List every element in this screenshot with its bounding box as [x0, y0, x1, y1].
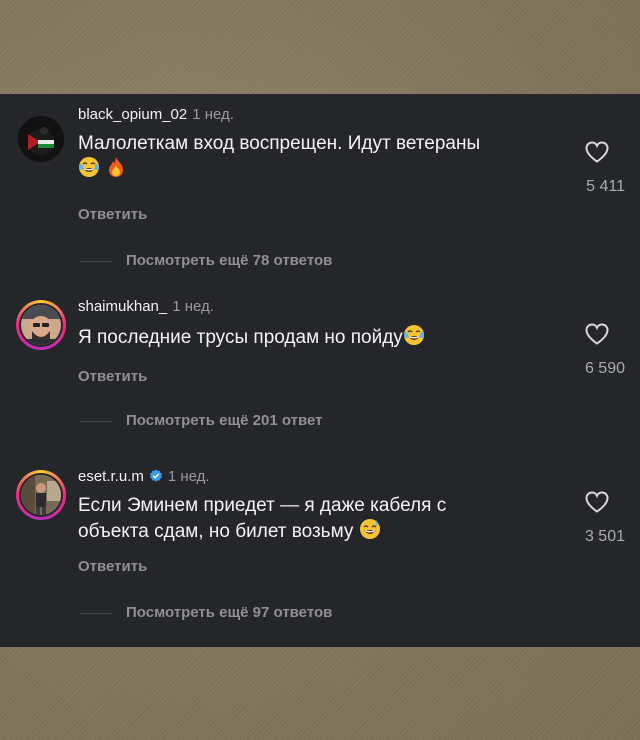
avatar[interactable]: [18, 116, 64, 162]
comment-text: Малолеткам вход воспрещен. Идут ветераны: [78, 132, 548, 185]
view-more-replies-label: Посмотреть ещё 78 ответов: [126, 252, 333, 269]
avatar-image: [19, 303, 63, 347]
view-more-replies[interactable]: Посмотреть ещё 201 ответ: [80, 412, 323, 429]
like-count: 5 411: [586, 178, 625, 195]
laughing-tears-emoji-icon: [78, 156, 100, 185]
heart-outline-icon: [585, 141, 609, 163]
avatar-image: [19, 473, 63, 517]
username-link[interactable]: eset.r.u.m: [78, 468, 144, 485]
like-button[interactable]: [584, 490, 610, 519]
reply-button[interactable]: Ответить: [78, 368, 147, 385]
comment-item: shaimukhan_ 1 нед. Я последние трусы прод…: [0, 298, 640, 438]
comment-body: Если Эминем приедет — я даже кабеля с об…: [78, 495, 447, 542]
like-count: 3 501: [584, 528, 625, 545]
like-button[interactable]: [584, 322, 610, 351]
divider-line: [80, 420, 112, 422]
divider-line: [80, 612, 112, 614]
comment-item: black_opium_02 1 нед. Малолеткам вход вос…: [0, 106, 640, 269]
comment-text: Я последние трусы продам но пойду: [78, 324, 548, 353]
view-more-replies[interactable]: Посмотреть ещё 78 ответов: [80, 252, 332, 269]
heart-outline-icon: [585, 491, 609, 513]
comment-time: 1 нед.: [192, 106, 234, 123]
view-more-replies[interactable]: Посмотреть ещё 97 ответов: [80, 604, 332, 621]
avatar-image: [18, 116, 64, 162]
sweat-smile-emoji-icon: [359, 518, 381, 547]
fire-emoji-icon: [105, 156, 127, 185]
reply-button[interactable]: Ответить: [78, 558, 147, 575]
like-count: 6 590: [584, 360, 625, 377]
comment-header: black_opium_02 1 нед.: [78, 106, 234, 123]
view-more-replies-label: Посмотреть ещё 97 ответов: [126, 604, 333, 621]
comment-body: Я последние трусы продам но пойду: [78, 327, 403, 348]
comment-header: eset.r.u.m 1 нед.: [78, 468, 210, 487]
reply-button[interactable]: Ответить: [78, 206, 147, 223]
comment-body: Малолеткам вход воспрещен. Идут ветераны: [78, 133, 481, 154]
comments-panel: black_opium_02 1 нед. Малолеткам вход вос…: [0, 94, 640, 647]
like-button[interactable]: [584, 140, 610, 169]
verified-badge-icon: [149, 469, 163, 487]
comment-text: Если Эминем приедет — я даже кабеля с об…: [78, 494, 518, 547]
view-more-replies-label: Посмотреть ещё 201 ответ: [126, 412, 323, 429]
divider-line: [80, 260, 112, 262]
avatar[interactable]: [16, 470, 66, 520]
comment-item: eset.r.u.m 1 нед. Если Эминем приедет — …: [0, 468, 640, 628]
username-link[interactable]: black_opium_02: [78, 106, 187, 123]
comment-time: 1 нед.: [167, 468, 210, 485]
avatar[interactable]: [16, 300, 66, 350]
laughing-tears-emoji-icon: [403, 324, 425, 353]
username-link[interactable]: shaimukhan_: [78, 298, 167, 315]
comment-header: shaimukhan_ 1 нед.: [78, 298, 214, 315]
comment-time: 1 нед.: [172, 298, 214, 315]
heart-outline-icon: [585, 323, 609, 345]
